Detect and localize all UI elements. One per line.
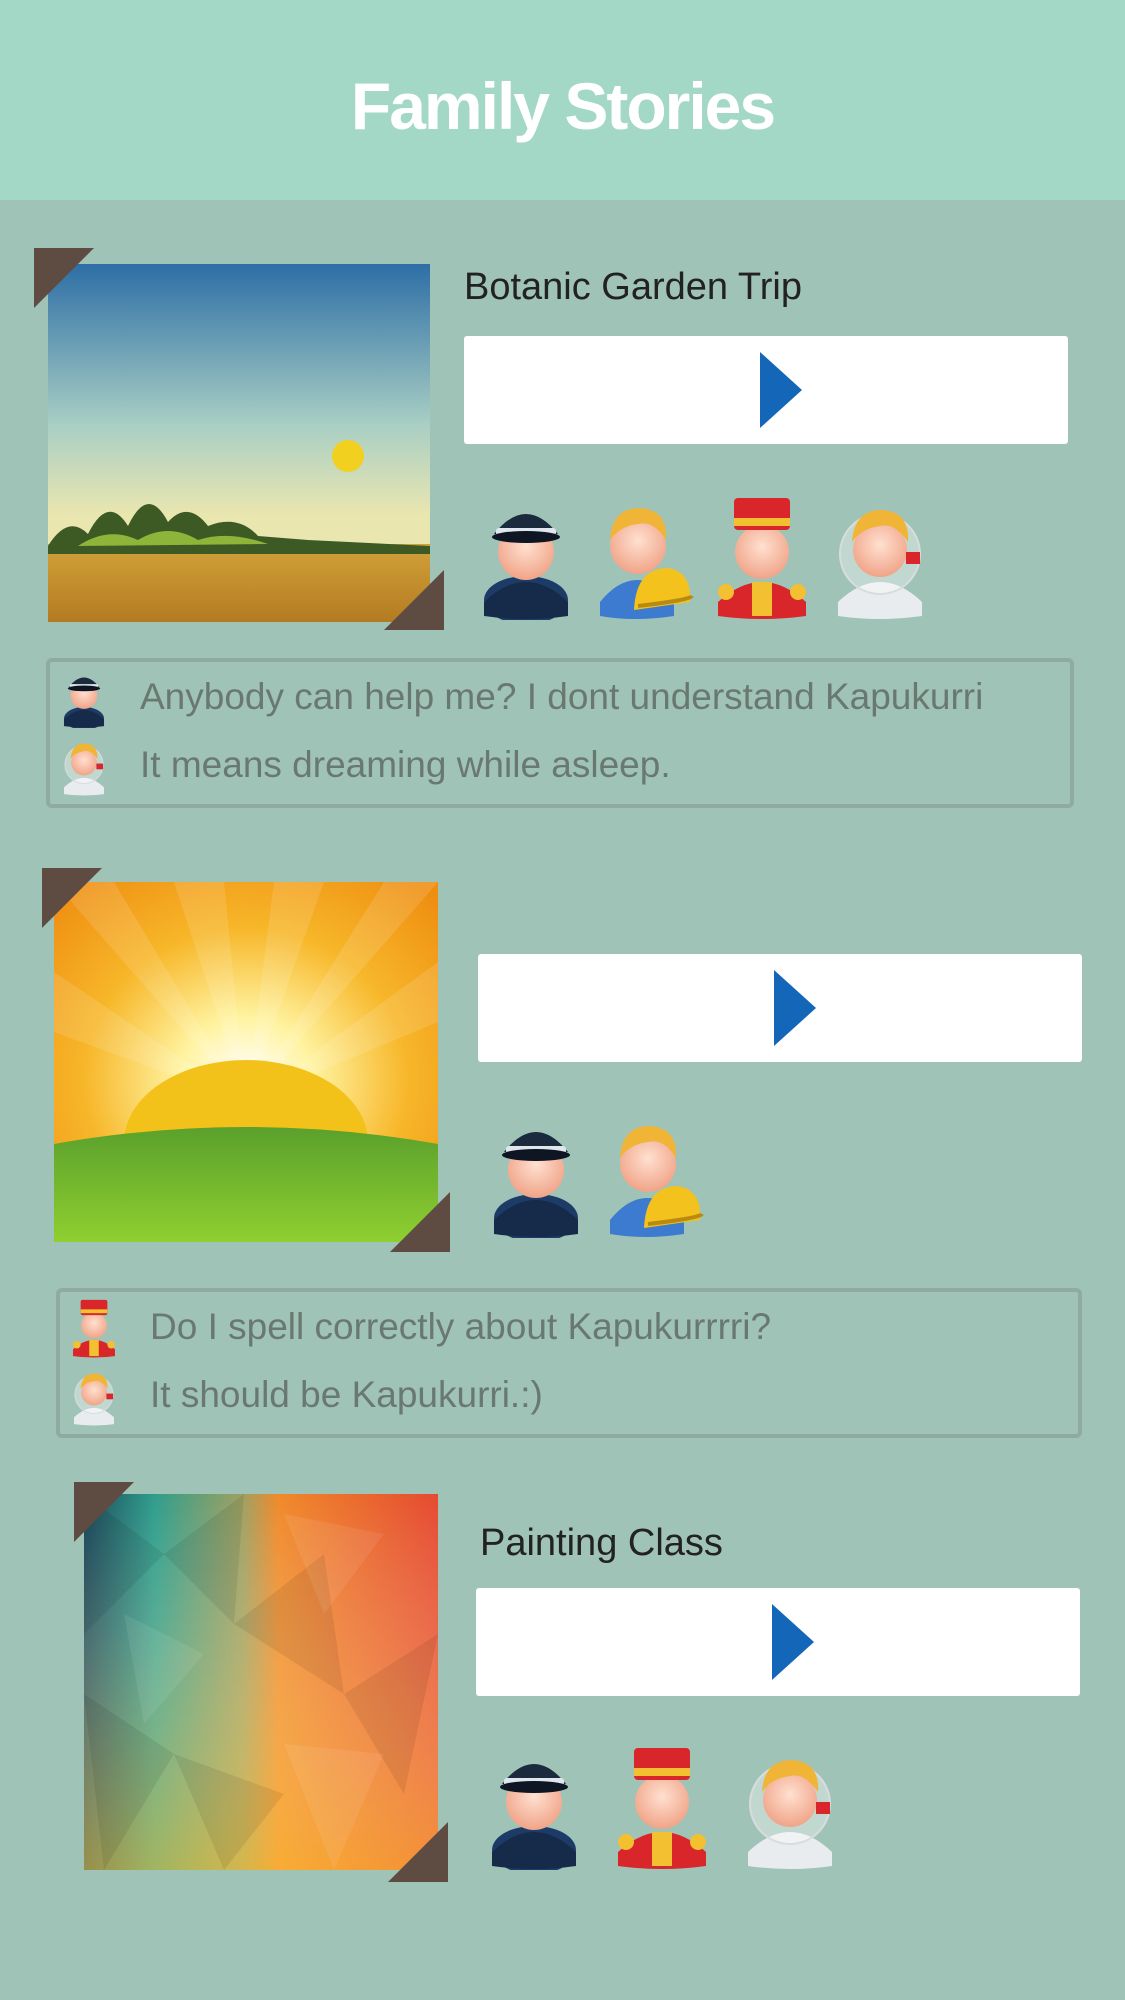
low-poly-art-image — [84, 1494, 438, 1870]
story-2-play-button[interactable] — [478, 954, 1082, 1062]
story-1-title: Botanic Garden Trip — [464, 266, 802, 308]
photo-corner-top-left — [74, 1482, 134, 1542]
photo-corner-top-left — [42, 868, 102, 928]
story-3-play-button[interactable] — [476, 1588, 1080, 1696]
nurse-avatar-icon — [60, 734, 108, 796]
story-3-photo[interactable] — [74, 1482, 448, 1882]
chat-message: It should be Kapukurri.:) — [70, 1364, 543, 1426]
police-avatar-icon[interactable] — [486, 1108, 586, 1238]
app-header: Family Stories — [0, 0, 1125, 200]
story-1-chat: Anybody can help me? I dont understand K… — [46, 658, 1074, 808]
police-avatar-icon[interactable] — [476, 490, 576, 620]
chat-message: Do I spell correctly about Kapukurrrri? — [70, 1296, 771, 1358]
chat-message: Anybody can help me? I dont understand K… — [60, 666, 983, 728]
page-title: Family Stories — [350, 69, 776, 143]
photo-corner-bottom-right — [390, 1192, 450, 1252]
bellhop-avatar-icon[interactable] — [612, 1740, 712, 1870]
nurse-avatar-icon — [70, 1364, 118, 1426]
chat-message-text: It should be Kapukurri.:) — [150, 1374, 543, 1415]
police-avatar-icon — [60, 666, 108, 728]
play-icon — [772, 1604, 814, 1680]
bellhop-avatar-icon[interactable] — [712, 490, 812, 620]
chat-message-text: Do I spell correctly about Kapukurrrri? — [150, 1306, 772, 1347]
play-icon — [774, 970, 816, 1046]
story-2-photo[interactable] — [42, 868, 450, 1252]
landscape-image — [48, 264, 430, 622]
police-avatar-icon[interactable] — [484, 1740, 584, 1870]
nurse-avatar-icon[interactable] — [740, 1740, 840, 1870]
chat-message: It means dreaming while asleep. — [60, 734, 671, 796]
story-1-members — [476, 490, 948, 620]
nurse-avatar-icon[interactable] — [830, 490, 930, 620]
chat-message-text: It means dreaming while asleep. — [140, 744, 671, 785]
builder-avatar-icon[interactable] — [604, 1108, 704, 1238]
builder-avatar-icon[interactable] — [594, 490, 694, 620]
story-2-members — [486, 1108, 722, 1238]
story-3-title: Painting Class — [480, 1522, 723, 1564]
photo-corner-top-left — [34, 248, 94, 308]
photo-corner-bottom-right — [388, 1822, 448, 1882]
sunrise-image — [54, 882, 438, 1242]
photo-corner-bottom-right — [384, 570, 444, 630]
story-2-chat: Do I spell correctly about Kapukurrrri? … — [56, 1288, 1082, 1438]
chat-message-text: Anybody can help me? I dont understand K… — [140, 676, 984, 717]
play-icon — [760, 352, 802, 428]
story-3-members — [484, 1740, 858, 1870]
bellhop-avatar-icon — [70, 1296, 118, 1358]
story-1-play-button[interactable] — [464, 336, 1068, 444]
story-1-photo[interactable] — [34, 248, 444, 630]
